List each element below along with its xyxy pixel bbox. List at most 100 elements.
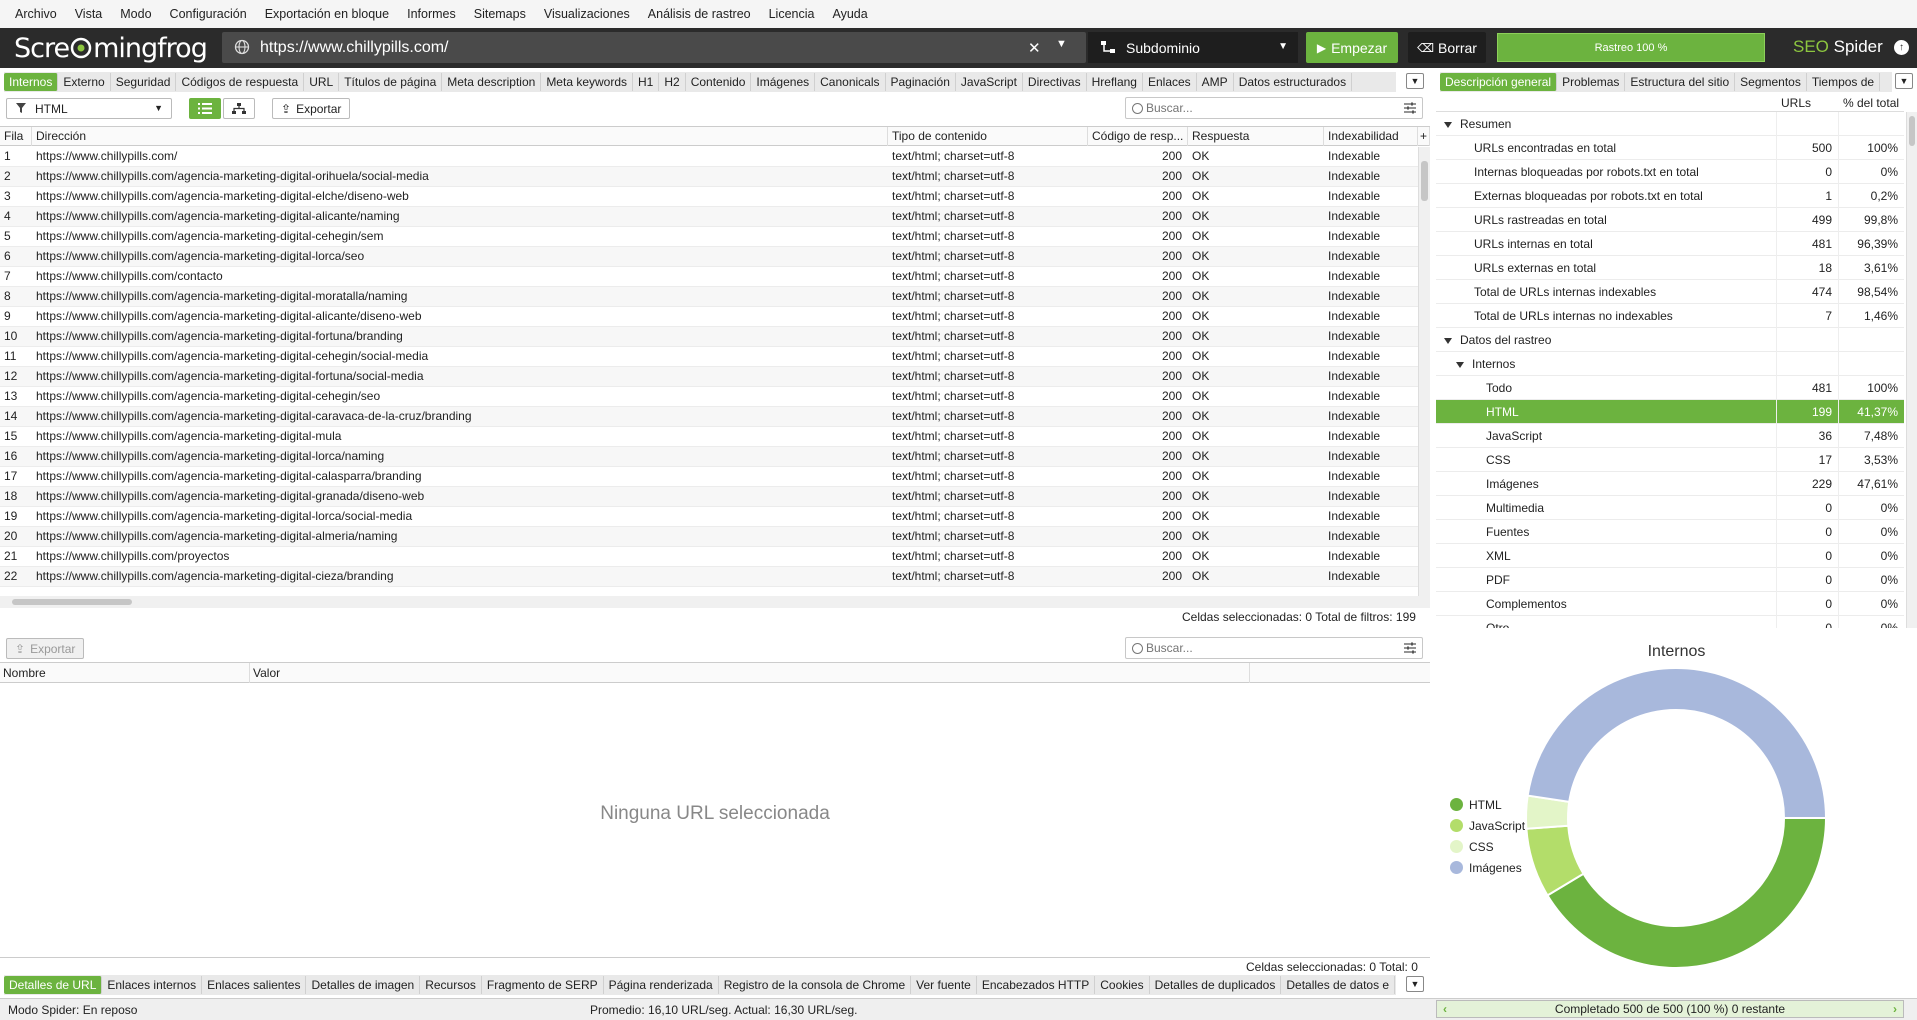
table-row[interactable]: 19 https://www.chillypills.com/agencia-ma… <box>0 507 1418 527</box>
overview-row[interactable]: PDF 0 0% <box>1436 568 1904 592</box>
scrollbar-thumb[interactable] <box>12 599 132 605</box>
menu-item-9[interactable]: Licencia <box>760 7 824 21</box>
tab-details-8[interactable]: Ver fuente <box>911 976 977 994</box>
overview-row[interactable]: Todo 481 100% <box>1436 376 1904 400</box>
tab-main-19[interactable]: Datos estructurados <box>1234 73 1353 91</box>
tab-overview-4[interactable]: Tiempos de <box>1807 73 1881 91</box>
scrollbar-thumb[interactable] <box>1421 161 1428 201</box>
tab-main-2[interactable]: Seguridad <box>111 73 177 91</box>
menu-item-4[interactable]: Exportación en bloque <box>256 7 398 21</box>
tab-details-3[interactable]: Detalles de imagen <box>306 976 421 994</box>
overview-row[interactable]: URLs encontradas en total 500 100% <box>1436 136 1904 160</box>
tab-details-5[interactable]: Fragmento de SERP <box>482 976 604 994</box>
overview-row[interactable]: JavaScript 36 7,48% <box>1436 424 1904 448</box>
chevron-left-icon[interactable]: ‹ <box>1443 1002 1447 1016</box>
main-tabs-more-icon[interactable]: ▼ <box>1406 73 1424 89</box>
overview-row[interactable]: Total de URLs internas indexables 474 98,5… <box>1436 280 1904 304</box>
column-header[interactable]: Valor <box>250 663 1250 683</box>
main-search-input[interactable] <box>1146 100 1386 116</box>
table-row[interactable]: 13 https://www.chillypills.com/agencia-ma… <box>0 387 1418 407</box>
table-row[interactable]: 15 https://www.chillypills.com/agencia-ma… <box>0 427 1418 447</box>
legend-item[interactable]: Imágenes <box>1450 857 1525 878</box>
menu-item-5[interactable]: Informes <box>398 7 465 21</box>
lower-export-button[interactable]: ⇪ Exportar <box>6 638 85 659</box>
tab-details-1[interactable]: Enlaces internos <box>102 976 203 994</box>
tab-main-5[interactable]: Títulos de página <box>339 73 443 91</box>
tab-overview-1[interactable]: Problemas <box>1557 73 1626 91</box>
table-row[interactable]: 22 https://www.chillypills.com/agencia-ma… <box>0 567 1418 587</box>
column-header[interactable]: Indexabilidad <box>1324 127 1418 146</box>
column-header[interactable]: URLs <box>1776 94 1838 112</box>
tab-main-12[interactable]: Canonicals <box>815 73 886 91</box>
table-row[interactable]: 9 https://www.chillypills.com/agencia-mar… <box>0 307 1418 327</box>
tab-details-0[interactable]: Detalles de URL <box>4 976 103 994</box>
tab-details-6[interactable]: Página renderizada <box>604 976 719 994</box>
upload-icon[interactable]: ↑ <box>1894 40 1909 55</box>
tab-main-18[interactable]: AMP <box>1197 73 1234 91</box>
tab-main-9[interactable]: H2 <box>659 73 686 91</box>
filter-select[interactable]: HTML ▼ <box>6 98 172 119</box>
tab-main-15[interactable]: Directivas <box>1023 73 1087 91</box>
overview-row[interactable]: Otro 0 0% <box>1436 616 1904 628</box>
overview-row[interactable]: CSS 17 3,53% <box>1436 448 1904 472</box>
tab-main-14[interactable]: JavaScript <box>956 73 1023 91</box>
menu-item-0[interactable]: Archivo <box>6 7 66 21</box>
overview-tabs-more-icon[interactable]: ▼ <box>1895 73 1913 89</box>
list-view-button[interactable] <box>189 98 221 119</box>
clear-url-icon[interactable]: ✕ <box>1028 39 1041 57</box>
export-button[interactable]: ⇪ Exportar <box>272 98 351 119</box>
menu-item-1[interactable]: Vista <box>66 7 112 21</box>
overview-row[interactable]: Complementos 0 0% <box>1436 592 1904 616</box>
column-header[interactable]: Tipo de contenido <box>888 127 1088 146</box>
overview-row[interactable]: HTML 199 41,37% <box>1436 400 1904 424</box>
start-button[interactable]: ▶ Empezar <box>1306 32 1398 63</box>
crawl-scope-select[interactable]: Subdominio ▼ <box>1088 32 1298 63</box>
tree-view-button[interactable] <box>223 98 255 119</box>
menu-item-10[interactable]: Ayuda <box>823 7 876 21</box>
table-row[interactable]: 6 https://www.chillypills.com/agencia-mar… <box>0 247 1418 267</box>
add-column-icon[interactable]: + <box>1418 127 1430 146</box>
menu-item-8[interactable]: Análisis de rastreo <box>639 7 760 21</box>
url-history-dropdown-icon[interactable]: ▼ <box>1056 38 1067 50</box>
donut-slice-html[interactable] <box>1546 817 1828 969</box>
chevron-right-icon[interactable]: › <box>1893 1002 1897 1016</box>
tab-main-13[interactable]: Paginación <box>886 73 956 91</box>
overview-group-row[interactable]: Resumen <box>1436 112 1904 136</box>
table-row[interactable]: 18 https://www.chillypills.com/agencia-ma… <box>0 487 1418 507</box>
url-table-scrollbar[interactable] <box>1418 147 1430 596</box>
overview-row[interactable]: XML 0 0% <box>1436 544 1904 568</box>
tab-details-10[interactable]: Cookies <box>1095 976 1150 994</box>
tab-main-4[interactable]: URL <box>304 73 340 91</box>
table-row[interactable]: 1 https://www.chillypills.com/text/html; … <box>0 147 1418 167</box>
table-row[interactable]: 8 https://www.chillypills.com/agencia-mar… <box>0 287 1418 307</box>
tab-details-11[interactable]: Detalles de duplicados <box>1150 976 1282 994</box>
column-header[interactable]: Nombre <box>0 663 250 683</box>
table-row[interactable]: 21 https://www.chillypills.com/proyectos t… <box>0 547 1418 567</box>
table-row[interactable]: 5 https://www.chillypills.com/agencia-mar… <box>0 227 1418 247</box>
tab-main-7[interactable]: Meta keywords <box>541 73 634 91</box>
table-row[interactable]: 16 https://www.chillypills.com/agencia-ma… <box>0 447 1418 467</box>
overview-row[interactable]: Internas bloqueadas por robots.txt en to… <box>1436 160 1904 184</box>
table-row[interactable]: 11 https://www.chillypills.com/agencia-ma… <box>0 347 1418 367</box>
table-row[interactable]: 17 https://www.chillypills.com/agencia-ma… <box>0 467 1418 487</box>
tab-main-3[interactable]: Códigos de respuesta <box>176 73 305 91</box>
tab-overview-0[interactable]: Descripción general <box>1440 73 1558 91</box>
url-table-hscrollbar[interactable] <box>0 596 1430 608</box>
column-header[interactable]: Dirección <box>32 127 888 146</box>
tab-details-4[interactable]: Recursos <box>420 976 482 994</box>
table-row[interactable]: 4 https://www.chillypills.com/agencia-mar… <box>0 207 1418 227</box>
tab-main-10[interactable]: Contenido <box>686 73 752 91</box>
column-header[interactable]: Respuesta <box>1188 127 1324 146</box>
tab-overview-3[interactable]: Segmentos <box>1735 73 1807 91</box>
legend-item[interactable]: HTML <box>1450 794 1525 815</box>
overview-group-row[interactable]: Datos del rastreo <box>1436 328 1904 352</box>
tab-details-9[interactable]: Encabezados HTTP <box>977 976 1096 994</box>
expand-triangle-icon[interactable] <box>1444 121 1452 128</box>
tab-main-16[interactable]: Hreflang <box>1087 73 1143 91</box>
tab-main-0[interactable]: Internos <box>4 73 59 91</box>
menu-item-7[interactable]: Visualizaciones <box>535 7 639 21</box>
table-row[interactable]: 7 https://www.chillypills.com/contacto tex… <box>0 267 1418 287</box>
table-row[interactable]: 12 https://www.chillypills.com/agencia-ma… <box>0 367 1418 387</box>
legend-item[interactable]: CSS <box>1450 836 1525 857</box>
scrollbar-thumb[interactable] <box>1909 116 1915 146</box>
